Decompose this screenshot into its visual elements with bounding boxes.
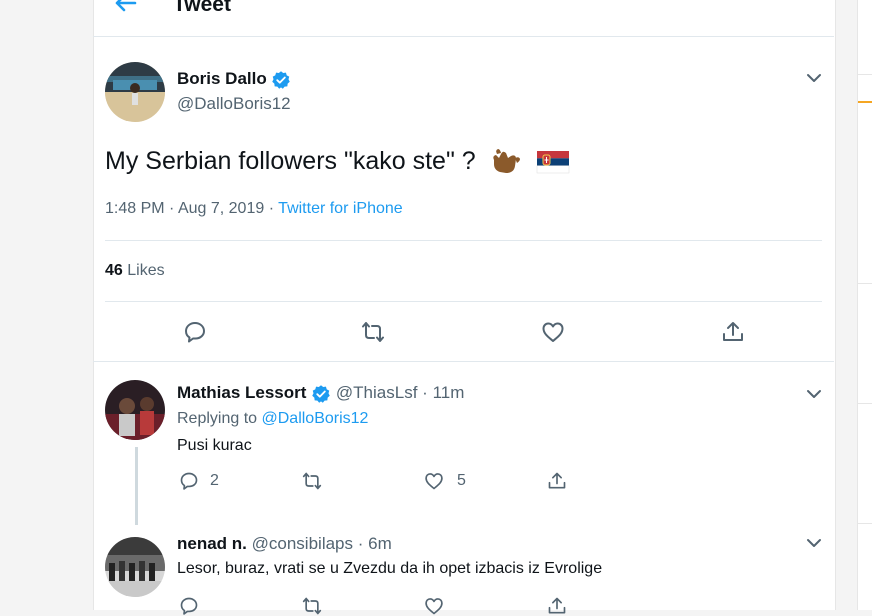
tweet-divider: [93, 361, 834, 362]
separator-dot: ·: [357, 534, 364, 553]
sidebar-divider: [858, 74, 872, 75]
tweet-column: [93, 0, 836, 610]
likes-label: Likes: [127, 262, 165, 279]
thread-connector: [135, 447, 138, 525]
likes-stat[interactable]: 46 Likes: [105, 262, 165, 280]
author-handle[interactable]: @DalloBoris12: [177, 94, 291, 114]
separator-dot: ·: [268, 200, 275, 217]
stats-divider: [105, 301, 822, 302]
tweet-time[interactable]: 1:48 PM: [105, 200, 165, 217]
separator-dot: ·: [422, 383, 428, 402]
chevron-down-icon[interactable]: [806, 538, 822, 548]
verified-badge-icon: [312, 384, 330, 403]
chevron-down-icon[interactable]: [806, 389, 822, 399]
replying-to-label: Replying to: [177, 410, 258, 427]
like-icon[interactable]: [424, 471, 444, 491]
tweet-source-link[interactable]: Twitter for iPhone: [278, 200, 403, 217]
chevron-down-icon[interactable]: [806, 73, 822, 83]
like-icon[interactable]: [541, 320, 565, 344]
header-divider: [93, 36, 834, 37]
like-count: 5: [457, 472, 466, 489]
reply-header: nenad n. @consibilaps · 6m: [177, 534, 392, 554]
page-title: Tweet: [173, 0, 231, 16]
reply-author-name[interactable]: Mathias Lessort: [177, 383, 306, 402]
share-icon[interactable]: [547, 471, 567, 491]
reply-header: Mathias Lessort @ThiasLsf · 11m: [177, 383, 464, 404]
tweet-text-line: My Serbian followers "kako ste" ?: [105, 144, 570, 178]
share-icon[interactable]: [547, 596, 567, 616]
reply-author-name[interactable]: nenad n.: [177, 534, 247, 553]
reply-count: 2: [210, 472, 219, 489]
reply-icon[interactable]: [179, 471, 199, 491]
avatar[interactable]: [105, 380, 165, 440]
reply-time[interactable]: 6m: [368, 534, 392, 553]
reply-author-handle[interactable]: @ThiasLsf: [336, 383, 418, 402]
sidebar-highlight-bar: [858, 101, 872, 103]
avatar[interactable]: [105, 537, 165, 597]
replying-to-line: Replying to @DalloBoris12: [177, 410, 368, 428]
reply-time[interactable]: 11m: [433, 383, 465, 402]
retweet-icon[interactable]: [361, 320, 385, 344]
reply-text: Pusi kurac: [177, 437, 252, 454]
serbia-flag-emoji: [536, 151, 569, 174]
reply-icon[interactable]: [183, 320, 207, 344]
author-name[interactable]: Boris Dallo: [177, 69, 267, 88]
meta-divider: [105, 240, 822, 241]
verified-badge-icon: [272, 70, 291, 89]
tweet-text: My Serbian followers "kako ste" ?: [105, 147, 476, 175]
sidebar-divider: [858, 523, 872, 524]
reply-text: Lesor, buraz, vrati se u Zvezdu da ih op…: [177, 560, 603, 577]
replying-to-handle[interactable]: @DalloBoris12: [262, 410, 369, 427]
tweet-meta: 1:48 PM · Aug 7, 2019 · Twitter for iPho…: [105, 200, 403, 218]
likes-count: 46: [105, 262, 123, 279]
sidebar-divider: [858, 403, 872, 404]
separator-dot: ·: [169, 200, 175, 217]
sidebar-divider: [858, 283, 872, 284]
right-sidebar-edge: [857, 0, 872, 610]
call-me-hand-emoji: [492, 149, 520, 174]
like-icon[interactable]: [424, 596, 444, 616]
reply-icon[interactable]: [179, 596, 199, 616]
retweet-icon[interactable]: [302, 471, 322, 491]
share-icon[interactable]: [721, 320, 745, 344]
author-line: Boris Dallo: [177, 68, 291, 90]
tweet-date[interactable]: Aug 7, 2019: [178, 200, 264, 217]
retweet-icon[interactable]: [302, 596, 322, 616]
reply-author-handle[interactable]: @consibilaps: [252, 534, 353, 553]
avatar[interactable]: [105, 62, 165, 122]
arrow-left-icon[interactable]: [113, 0, 137, 12]
